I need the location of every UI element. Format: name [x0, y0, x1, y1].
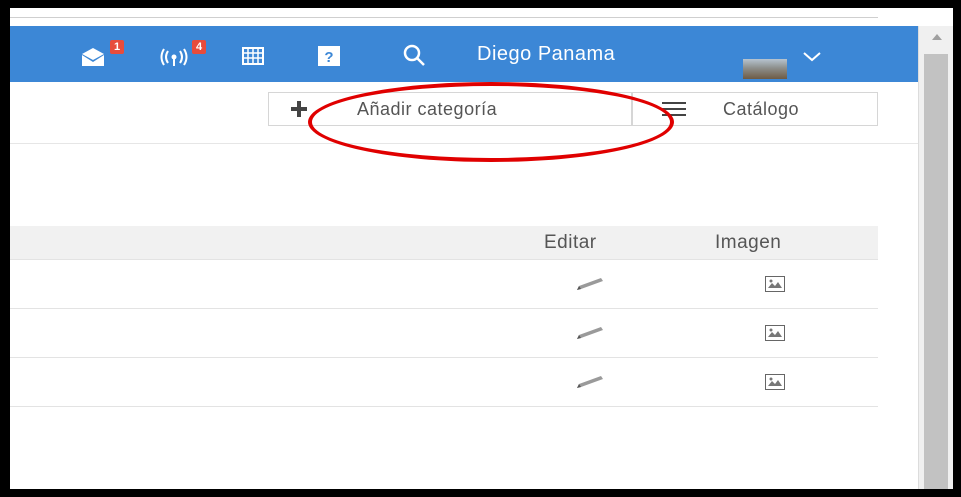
window-chrome [10, 8, 953, 28]
mail-button[interactable]: 1 [80, 26, 124, 82]
svg-text:?: ? [324, 49, 333, 66]
calendar-grid-button[interactable] [242, 26, 272, 82]
signal-icon [160, 48, 188, 66]
chevron-down-icon [803, 52, 821, 62]
table-row [10, 358, 878, 407]
chrome-edge [10, 8, 878, 18]
plus-icon [269, 100, 329, 118]
pencil-icon [577, 278, 603, 290]
table-header: Editar Imagen [10, 226, 878, 260]
catalog-label: Catálogo [723, 98, 800, 119]
pencil-icon [577, 327, 603, 339]
image-icon [765, 276, 785, 292]
table-row [10, 260, 878, 309]
notifications-count-badge: 4 [192, 40, 206, 54]
scroll-up-arrow[interactable] [919, 26, 953, 48]
mail-icon [82, 48, 104, 66]
add-category-button[interactable]: Añadir categoría [268, 92, 632, 126]
catalog-button[interactable]: Catálogo [632, 92, 878, 126]
search-button[interactable] [402, 26, 432, 82]
edit-button[interactable] [570, 358, 610, 406]
scroll-thumb[interactable] [924, 54, 948, 489]
avatar[interactable] [743, 59, 787, 79]
image-icon [765, 325, 785, 341]
mail-count-badge: 1 [110, 40, 124, 54]
top-navigation-bar: 1 4 ? Diego Panama [10, 26, 918, 82]
image-icon [765, 374, 785, 390]
edit-button[interactable] [570, 309, 610, 357]
help-icon: ? [318, 46, 340, 66]
user-name[interactable]: Diego Panama [477, 26, 615, 82]
vertical-scrollbar[interactable] [918, 26, 953, 489]
browser-viewport: 1 4 ? Diego Panama Añadir categoría Catá… [10, 8, 953, 489]
menu-lines-icon [649, 101, 699, 117]
triangle-up-icon [931, 34, 942, 40]
image-button[interactable] [755, 358, 795, 406]
column-header-edit: Editar [544, 232, 597, 253]
search-icon [403, 44, 425, 66]
edit-button[interactable] [570, 260, 610, 308]
user-menu-toggle[interactable] [802, 26, 832, 82]
grid-icon [242, 47, 264, 65]
table-row [10, 309, 878, 358]
help-button[interactable]: ? [318, 26, 348, 82]
add-category-label: Añadir categoría [357, 98, 498, 119]
image-button[interactable] [755, 309, 795, 357]
page-toolbar: Añadir categoría Catálogo [10, 82, 918, 144]
pencil-icon [577, 376, 603, 388]
image-button[interactable] [755, 260, 795, 308]
column-header-image: Imagen [715, 232, 782, 253]
notifications-button[interactable]: 4 [160, 26, 206, 82]
